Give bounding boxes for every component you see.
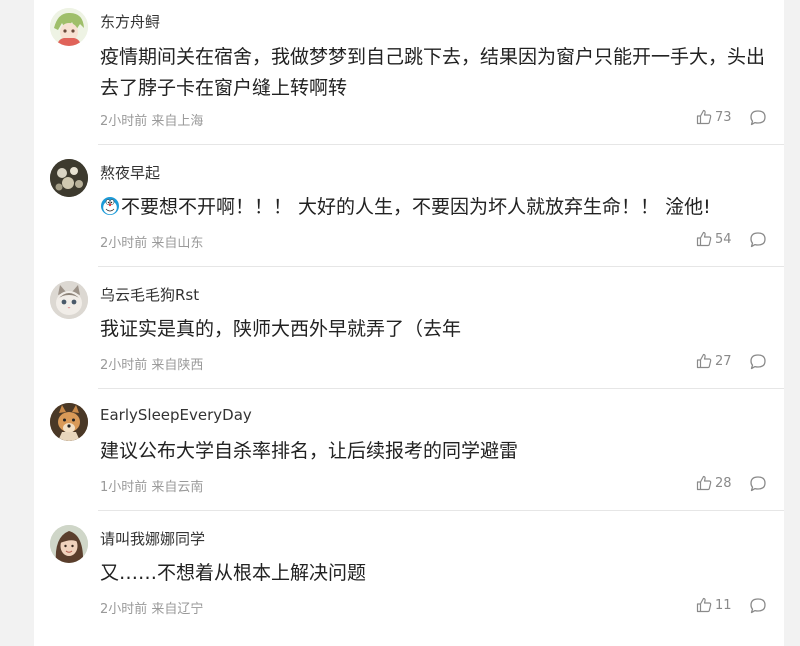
comment-text-content: 不要想不开啊！！！ 大好的人生，不要因为坏人就放弃生命！！ 淦他!	[121, 196, 711, 218]
username[interactable]: 熬夜早起	[100, 162, 160, 183]
girl-avatar-icon	[50, 525, 88, 563]
dog-avatar-icon	[50, 403, 88, 441]
comment-text: 建议公布大学自杀率排名，让后续报考的同学避雷	[100, 440, 519, 462]
like-button[interactable]: 28	[696, 475, 732, 491]
avatar[interactable]	[50, 159, 88, 197]
comment-list: 东方舟鲟 疫情期间关在宿舍，我做梦梦到自己跳下去，结果因为窗户只能开一手大，头出…	[34, 0, 784, 646]
comment-meta: 2小时前 来自陕西	[100, 358, 204, 373]
comment-bubble-icon	[750, 476, 766, 492]
comment-meta: 2小时前 来自上海	[100, 114, 204, 129]
comment-bubble-icon	[750, 598, 766, 614]
flower-avatar-icon	[50, 159, 88, 197]
comment-item: 乌云毛毛狗Rst 我证实是真的，陕师大西外早就弄了（去年 2小时前 来自陕西 2…	[34, 267, 784, 389]
comment-item: 东方舟鲟 疫情期间关在宿舍，我做梦梦到自己跳下去，结果因为窗户只能开一手大，头出…	[34, 0, 784, 145]
comment-bubble-icon	[750, 354, 766, 370]
comment-item: 熬夜早起 不要想不开啊！！！ 大好的人生，不要因为坏人就放弃生命！！ 淦他! 2…	[34, 145, 784, 267]
comment-bubble-icon	[750, 232, 766, 248]
comment-text: 疫情期间关在宿舍，我做梦梦到自己跳下去，结果因为窗户只能开一手大，头出去了脖子卡…	[100, 46, 766, 99]
reply-button[interactable]	[749, 231, 767, 253]
like-count: 27	[715, 353, 732, 369]
avatar[interactable]	[50, 281, 88, 319]
comment-item: EarlySleepEveryDay 建议公布大学自杀率排名，让后续报考的同学避…	[34, 389, 784, 511]
anime-avatar-icon	[50, 8, 88, 46]
like-button[interactable]: 54	[696, 231, 732, 247]
comment-text: 又……不想着从根本上解决问题	[100, 562, 367, 584]
like-button[interactable]: 11	[696, 597, 732, 613]
comment-bubble-icon	[750, 110, 766, 126]
thumbs-up-icon	[696, 109, 712, 125]
reply-button[interactable]	[749, 109, 767, 131]
thumbs-up-icon	[696, 231, 712, 247]
avatar[interactable]	[50, 403, 88, 441]
comment-text: 不要想不开啊！！！ 大好的人生，不要因为坏人就放弃生命！！ 淦他!	[100, 192, 770, 223]
comment-meta: 2小时前 来自山东	[100, 236, 204, 251]
like-button[interactable]: 27	[696, 353, 732, 369]
comment-meta: 2小时前 来自辽宁	[100, 602, 204, 617]
cat-avatar-icon	[50, 281, 88, 319]
comment-item: 请叫我娜娜同学 又……不想着从根本上解决问题 2小时前 来自辽宁 11	[34, 511, 784, 633]
username[interactable]: 东方舟鲟	[100, 11, 160, 32]
like-button[interactable]: 73	[696, 109, 732, 125]
like-count: 11	[715, 597, 732, 613]
comment-text: 我证实是真的，陕师大西外早就弄了（去年	[100, 318, 462, 340]
like-count: 28	[715, 475, 732, 491]
thumbs-up-icon	[696, 597, 712, 613]
thumbs-up-icon	[696, 475, 712, 491]
username[interactable]: EarlySleepEveryDay	[100, 406, 252, 424]
doraemon-emoji-icon	[101, 197, 119, 215]
username[interactable]: 乌云毛毛狗Rst	[100, 284, 199, 305]
thumbs-up-icon	[696, 353, 712, 369]
comment-meta: 1小时前 来自云南	[100, 480, 204, 495]
reply-button[interactable]	[749, 597, 767, 619]
avatar[interactable]	[50, 525, 88, 563]
username[interactable]: 请叫我娜娜同学	[100, 528, 205, 549]
reply-button[interactable]	[749, 475, 767, 497]
like-count: 54	[715, 231, 732, 247]
avatar[interactable]	[50, 8, 88, 46]
reply-button[interactable]	[749, 353, 767, 375]
like-count: 73	[715, 109, 732, 125]
